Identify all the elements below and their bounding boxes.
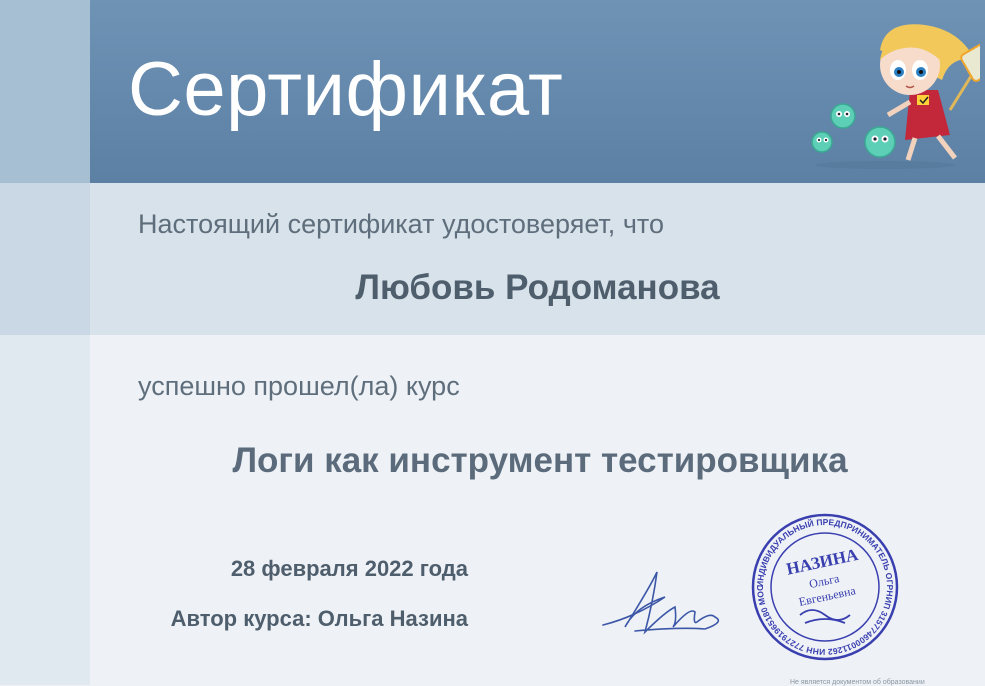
certificate-intro-text: Настоящий сертификат удостоверяет, что (138, 209, 664, 239)
certificate-header: Сертификат (90, 0, 985, 183)
certificate-body: успешно прошел(ла) курс Логи как инструм… (90, 335, 985, 686)
mascot-girl-with-bug-swatter-icon (811, 24, 980, 169)
passed-course-text: успешно прошел(ла) курс (138, 371, 460, 401)
recipient-name: Любовь Родоманова (355, 268, 720, 307)
left-strip-bottom (0, 335, 90, 685)
course-name: Логи как инструмент тестировщика (232, 441, 848, 480)
certificate-date: 28 февраля 2022 года (230, 556, 468, 581)
bug-icon (811, 103, 896, 158)
official-stamp-icon: ИНДИВИДУАЛЬНЫЙ ПРЕДПРИНИМАТЕЛЬ ОГРНИП 31… (750, 505, 899, 661)
recipient-band: Настоящий сертификат удостоверяет, что Л… (90, 183, 985, 335)
signature-icon (602, 571, 720, 635)
left-strip-middle (0, 183, 90, 335)
left-strip-top (0, 0, 90, 183)
left-decorative-strip (0, 0, 90, 685)
course-author: Автор курса: Ольга Назина (170, 606, 468, 631)
certificate-title: Сертификат (128, 47, 564, 132)
